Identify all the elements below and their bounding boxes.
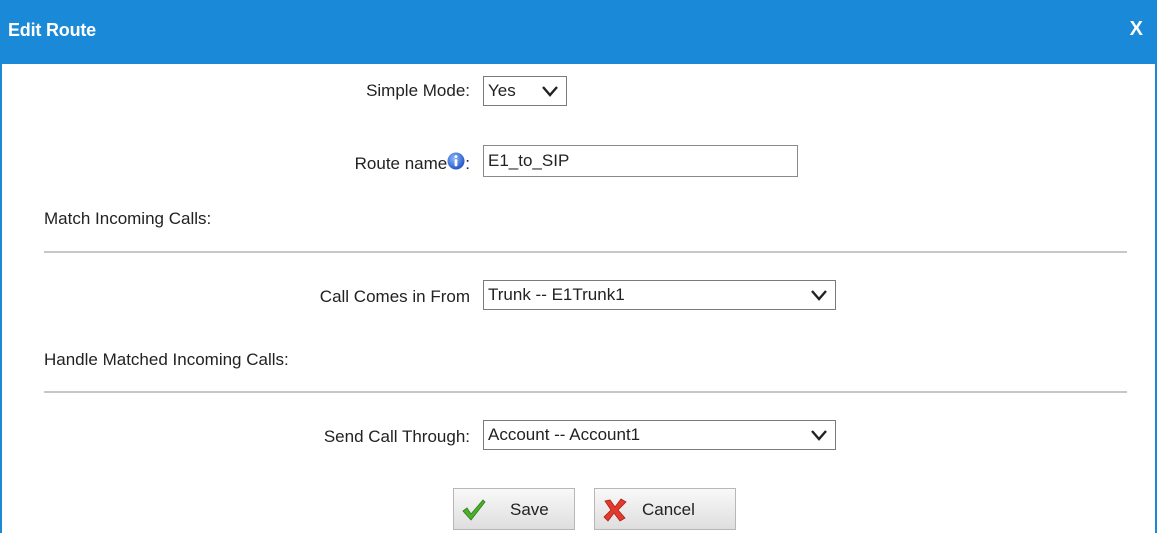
chevron-down-icon (811, 290, 827, 301)
dialog-title: Edit Route (8, 20, 96, 40)
section-divider (44, 251, 1127, 253)
section-divider (44, 391, 1127, 393)
send-call-through-value: Account -- Account1 (488, 425, 641, 444)
dialog-titlebar: Edit Route X (0, 0, 1157, 64)
call-comes-in-from-select[interactable]: Trunk -- E1Trunk1 (483, 280, 836, 310)
close-button[interactable]: X (1130, 19, 1143, 39)
simple-mode-select[interactable]: Yes (483, 76, 567, 106)
x-mark-icon (603, 498, 627, 522)
send-call-through-select[interactable]: Account -- Account1 (483, 420, 836, 450)
checkmark-icon (462, 499, 486, 521)
simple-mode-label: Simple Mode: (366, 81, 470, 100)
chevron-down-icon (542, 86, 558, 97)
route-name-label-text: Route name (354, 154, 448, 173)
send-call-through-label: Send Call Through: (323, 427, 470, 446)
route-name-label: Route name : (355, 152, 470, 174)
route-name-input[interactable]: E1_to_SIP (483, 145, 798, 177)
save-button[interactable]: Save (453, 488, 575, 530)
match-incoming-calls-heading: Match Incoming Calls: (44, 209, 212, 228)
route-name-value: E1_to_SIP (488, 151, 570, 170)
simple-mode-value: Yes (488, 81, 516, 100)
route-name-colon: : (465, 154, 470, 173)
cancel-button-label: Cancel (642, 500, 695, 519)
call-comes-in-from-label: Call Comes in From (319, 287, 470, 306)
chevron-down-icon (811, 430, 827, 441)
save-button-label: Save (510, 500, 549, 519)
info-icon[interactable] (447, 152, 465, 170)
handle-matched-calls-heading: Handle Matched Incoming Calls: (44, 350, 289, 369)
cancel-button[interactable]: Cancel (594, 488, 736, 530)
edit-route-dialog: Edit Route X Simple Mode: Yes Route name… (0, 0, 1157, 533)
call-comes-in-from-value: Trunk -- E1Trunk1 (488, 285, 625, 304)
